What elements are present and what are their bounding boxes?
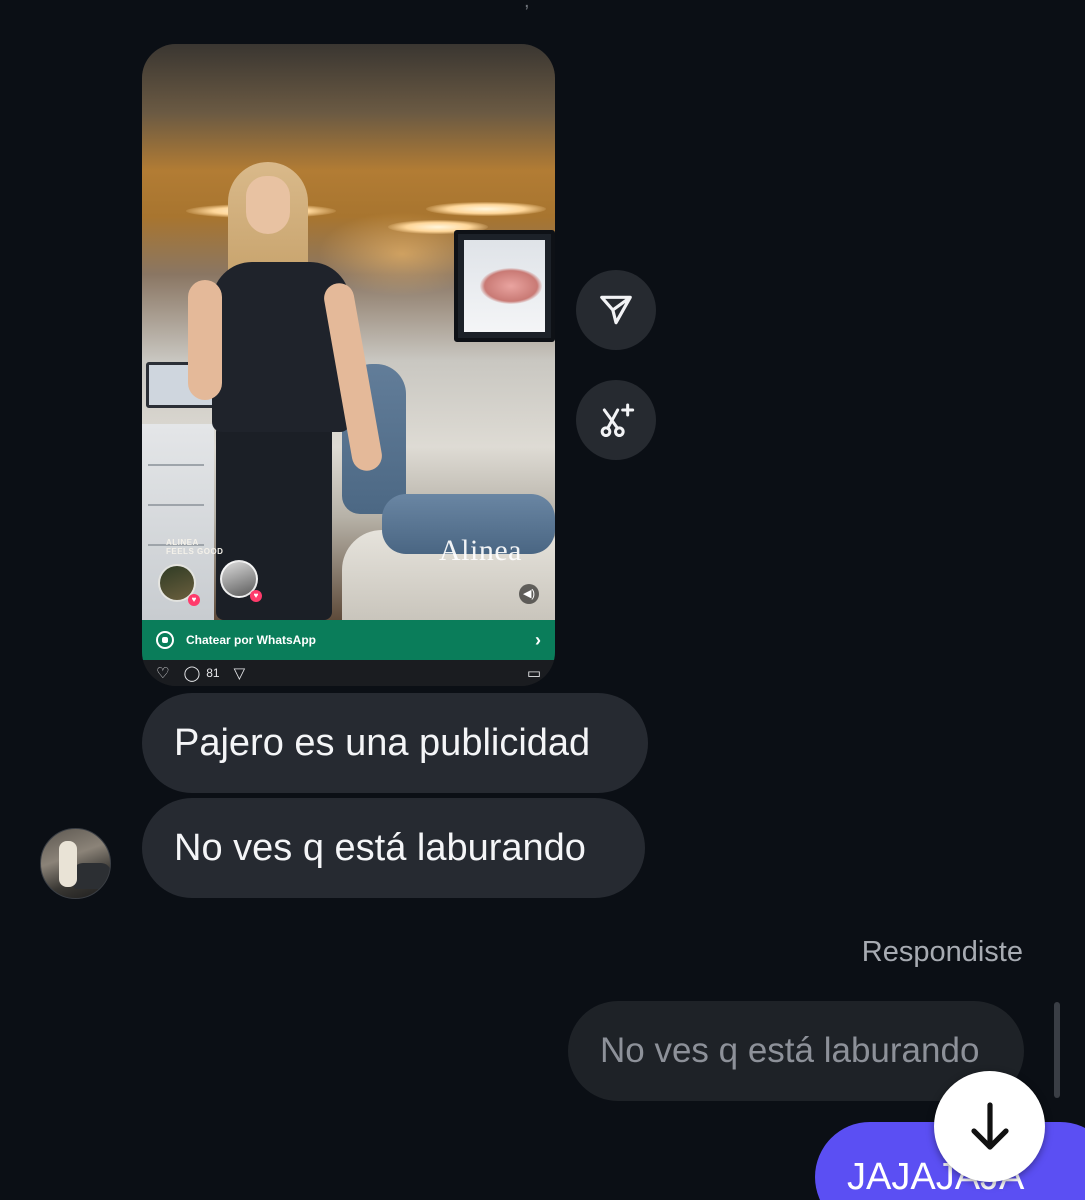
- heart-icon: ♥: [188, 594, 200, 606]
- whatsapp-cta-label: Chatear por WhatsApp: [186, 633, 317, 647]
- message-text: Pajero es una publicidad: [174, 721, 591, 764]
- ceiling-lamp: [426, 202, 546, 216]
- reel-video-frame[interactable]: ALINEA FEELS GOOD Alinea ♥ ♥ ◀): [142, 44, 555, 620]
- quoted-message-text: No ves q está laburando: [600, 1031, 980, 1070]
- ai-remix-button[interactable]: [576, 380, 656, 460]
- reply-label: Respondiste: [861, 936, 1023, 968]
- shared-reel-card[interactable]: ALINEA FEELS GOOD Alinea ♥ ♥ ◀) Chatear …: [142, 44, 555, 686]
- dm-thread: , ALINEA FEELS GOOD Alinea ♥ ♥ ◀) Chatea…: [0, 0, 1085, 1200]
- scrollbar[interactable]: [1054, 1002, 1060, 1098]
- brand-logo: Alinea: [439, 534, 522, 567]
- comment-button[interactable]: ◯ 81: [183, 664, 219, 682]
- monitor: [454, 230, 555, 342]
- chevron-right-icon: ›: [535, 629, 541, 650]
- ai-sparkle-icon: [600, 403, 635, 438]
- reel-actions: ♡ ◯ 81 ▽ ▭: [142, 660, 555, 686]
- reel-avatars[interactable]: ♥ ♥: [158, 560, 268, 606]
- arrow-down-icon: [970, 1101, 1009, 1150]
- heart-icon: ♥: [250, 590, 262, 602]
- comment-count: 81: [206, 666, 220, 680]
- scroll-to-bottom-button[interactable]: [934, 1071, 1045, 1182]
- previous-message-fragment: ,: [524, 0, 530, 12]
- message-received[interactable]: Pajero es una publicidad: [142, 693, 648, 793]
- volume-icon[interactable]: ◀): [519, 584, 539, 604]
- like-icon[interactable]: ♡: [156, 664, 169, 682]
- brand-tagline: ALINEA FEELS GOOD: [166, 538, 224, 556]
- avatar[interactable]: [40, 828, 111, 899]
- message-received[interactable]: No ves q está laburando: [142, 798, 645, 898]
- bookmark-icon[interactable]: ▭: [527, 664, 541, 682]
- comment-icon: ◯: [183, 665, 201, 682]
- message-text: No ves q está laburando: [174, 826, 586, 869]
- send-icon: [600, 295, 632, 325]
- share-reel-button[interactable]: [576, 270, 656, 350]
- whatsapp-cta[interactable]: Chatear por WhatsApp ›: [142, 620, 555, 660]
- share-icon[interactable]: ▽: [234, 664, 246, 682]
- whatsapp-icon: [156, 631, 174, 649]
